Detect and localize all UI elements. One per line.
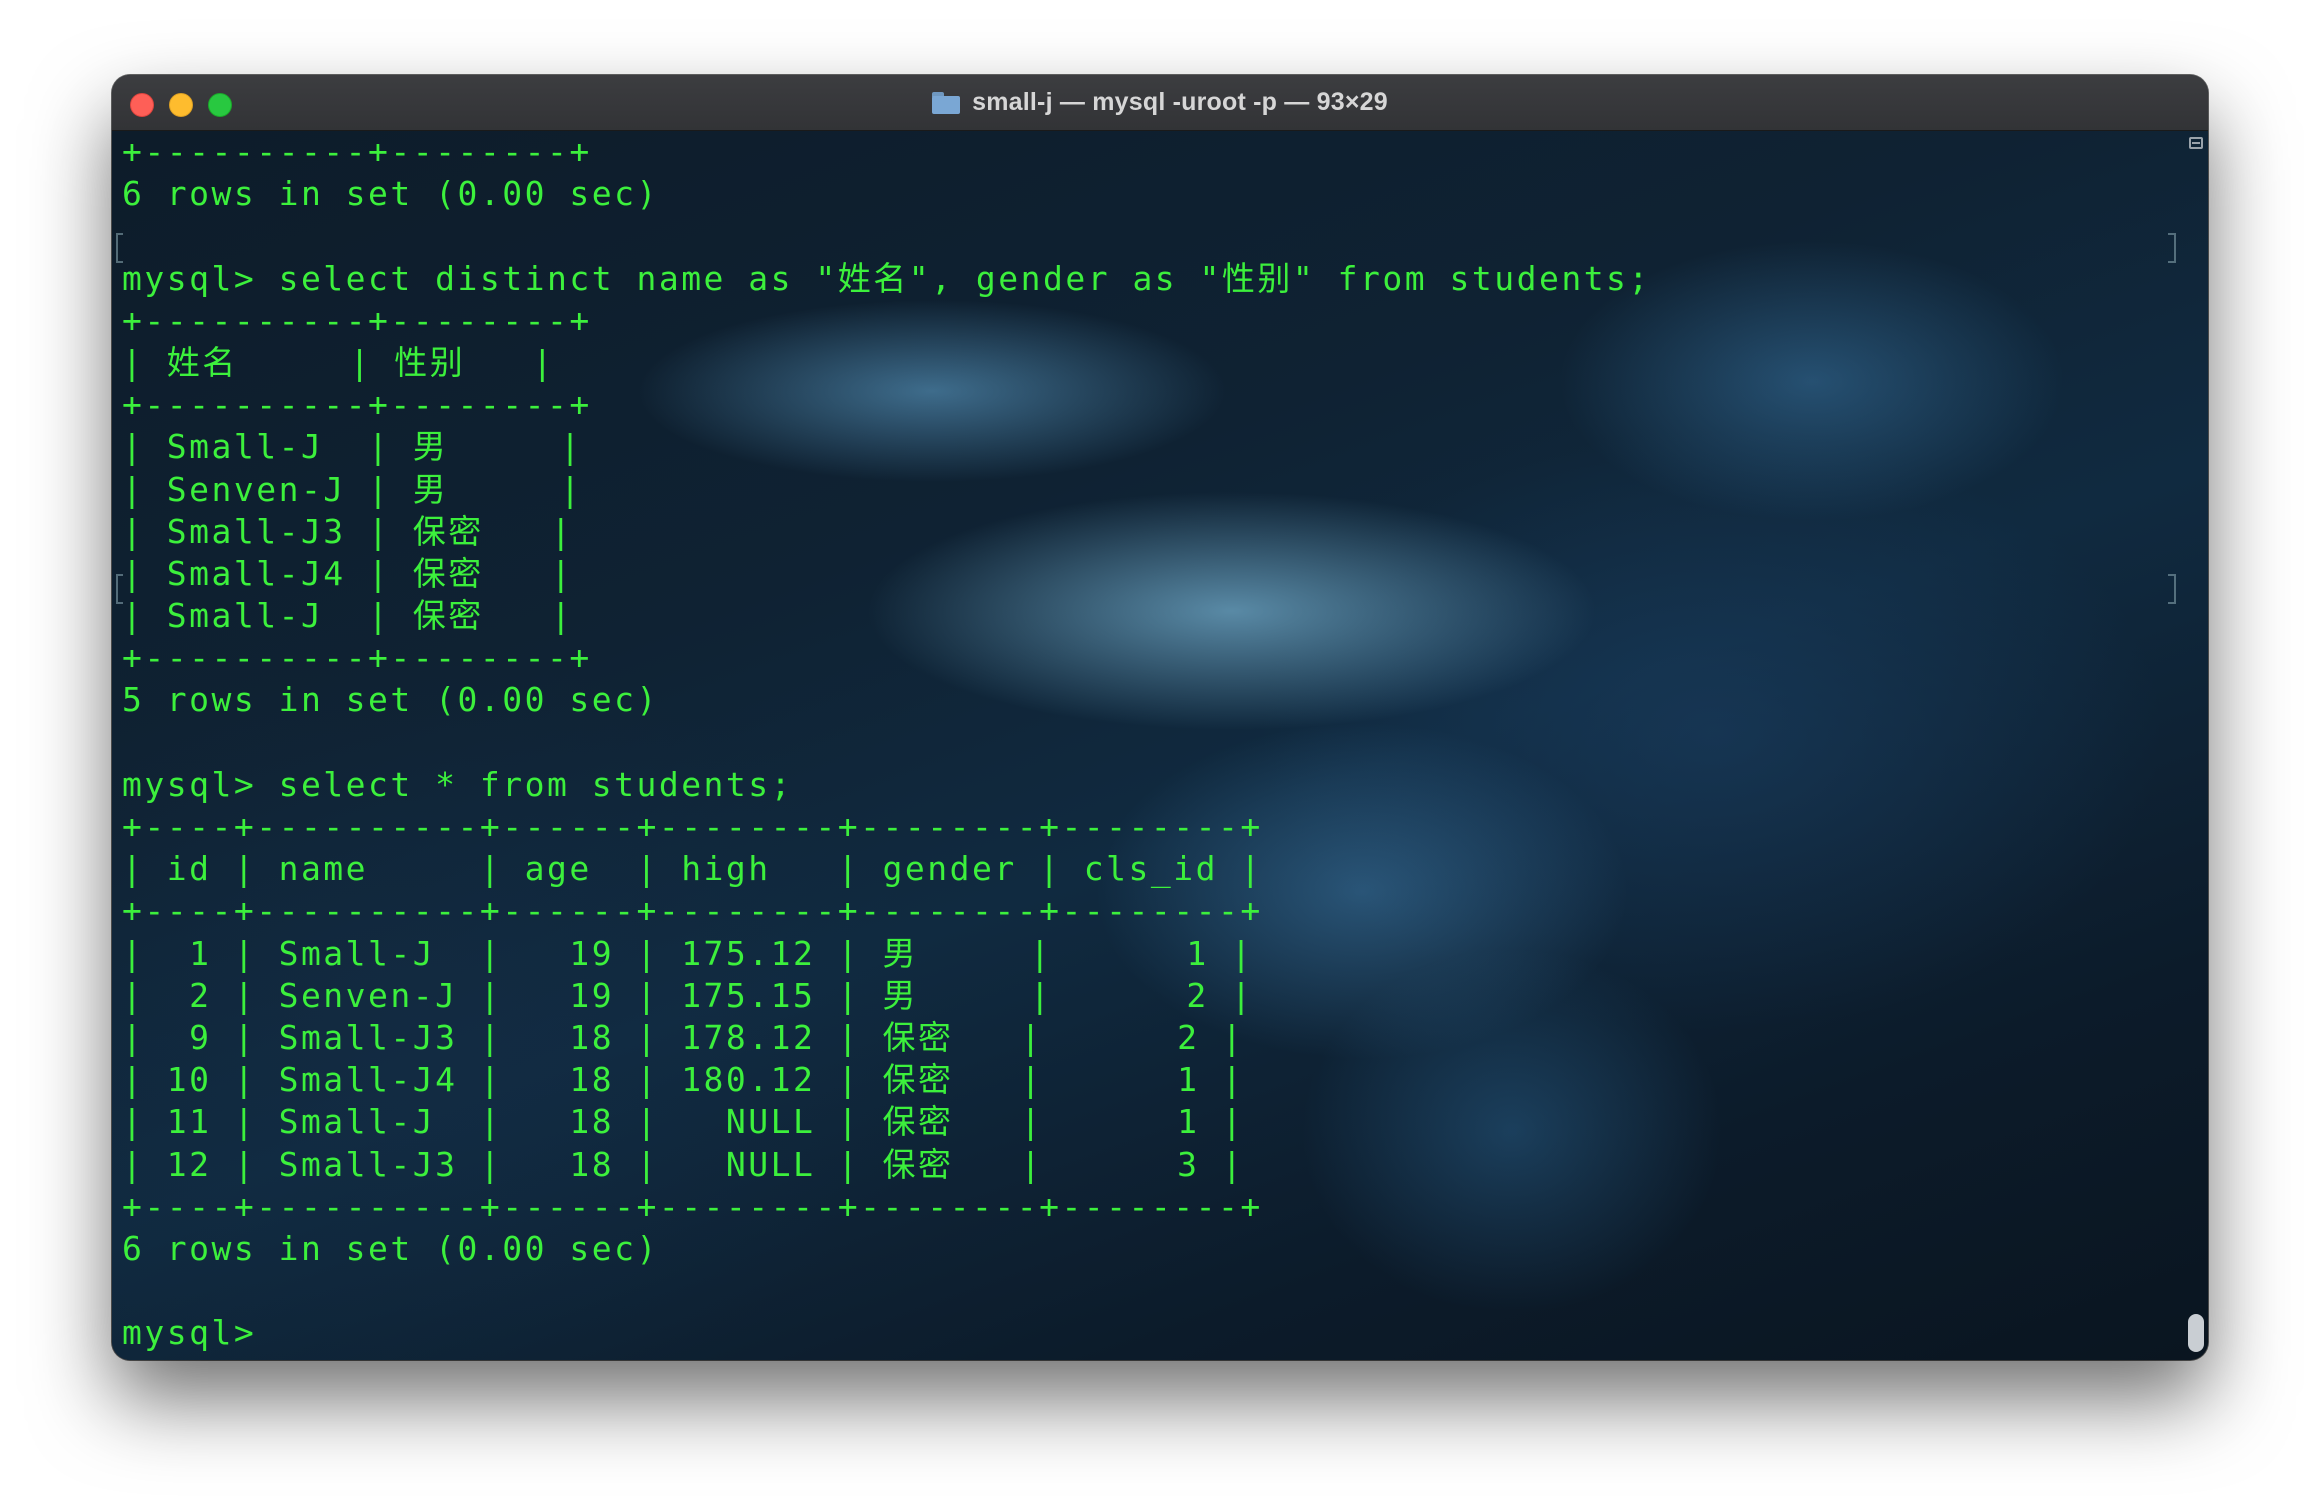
terminal-line: mysql> select * from students;	[122, 764, 794, 804]
terminal-line: | Small-J | 保密 |	[122, 596, 574, 636]
terminal-line: | 2 | Senven-J | 19 | 175.15 | 男 | 2 |	[122, 975, 1254, 1015]
terminal-line: | 1 | Small-J | 19 | 175.12 | 男 | 1 |	[122, 933, 1254, 973]
terminal-line: | 12 | Small-J3 | 18 | NULL | 保密 | 3 |	[122, 1144, 1245, 1184]
terminal-line: | 9 | Small-J3 | 18 | 178.12 | 保密 | 2 |	[122, 1017, 1245, 1057]
title-bar[interactable]: small-j — mysql -uroot -p — 93×29	[112, 75, 2208, 131]
command-mark-left	[116, 574, 123, 604]
terminal-line: 5 rows in set (0.00 sec)	[122, 680, 659, 720]
terminal-line: +----------+--------+	[122, 300, 592, 340]
maximize-button[interactable]	[208, 93, 232, 117]
terminal-line: | id | name | age | high | gender | cls_…	[122, 849, 1263, 889]
window-title-group: small-j — mysql -uroot -p — 93×29	[932, 88, 1388, 117]
terminal-line: | 姓名 | 性别 |	[122, 342, 555, 382]
terminal-line: | Small-J4 | 保密 |	[122, 553, 574, 593]
vertical-scrollbar[interactable]	[2180, 131, 2208, 1360]
minimize-button[interactable]	[169, 93, 193, 117]
close-button[interactable]	[130, 93, 154, 117]
terminal-output[interactable]: +----------+--------+ 6 rows in set (0.00…	[122, 131, 1651, 1354]
terminal-line: +----------+--------+	[122, 132, 592, 171]
scroll-thumb[interactable]	[2188, 1314, 2204, 1352]
command-mark-left	[116, 233, 123, 263]
terminal-line: 6 rows in set (0.00 sec)	[122, 174, 659, 214]
terminal-line: | 10 | Small-J4 | 18 | 180.12 | 保密 | 1 |	[122, 1060, 1245, 1100]
terminal-line: mysql>	[122, 1313, 279, 1353]
terminal-line: +----+----------+------+--------+-------…	[122, 807, 1263, 846]
terminal-line: +----+----------+------+--------+-------…	[122, 1186, 1263, 1226]
folder-icon	[932, 91, 961, 114]
terminal-window: small-j — mysql -uroot -p — 93×29 +-----…	[112, 75, 2208, 1360]
terminal-line: +----------+--------+	[122, 638, 592, 678]
terminal-line: | Small-J | 男 |	[122, 427, 583, 467]
terminal-line: 6 rows in set (0.00 sec)	[122, 1228, 659, 1268]
terminal-content[interactable]: +----------+--------+ 6 rows in set (0.00…	[112, 131, 2208, 1360]
terminal-line: | 11 | Small-J | 18 | NULL | 保密 | 1 |	[122, 1102, 1245, 1142]
command-mark-right	[2168, 233, 2176, 263]
scroll-view-icon[interactable]	[2189, 137, 2203, 149]
terminal-line: mysql> select distinct name as "姓名", gen…	[122, 258, 1651, 298]
terminal-line: | Small-J3 | 保密 |	[122, 511, 574, 551]
terminal-line: +----------+--------+	[122, 385, 592, 425]
window-title: small-j — mysql -uroot -p — 93×29	[972, 88, 1388, 116]
command-mark-right	[2168, 574, 2176, 604]
terminal-line: | Senven-J | 男 |	[122, 469, 583, 509]
terminal-line: +----+----------+------+--------+-------…	[122, 891, 1263, 931]
